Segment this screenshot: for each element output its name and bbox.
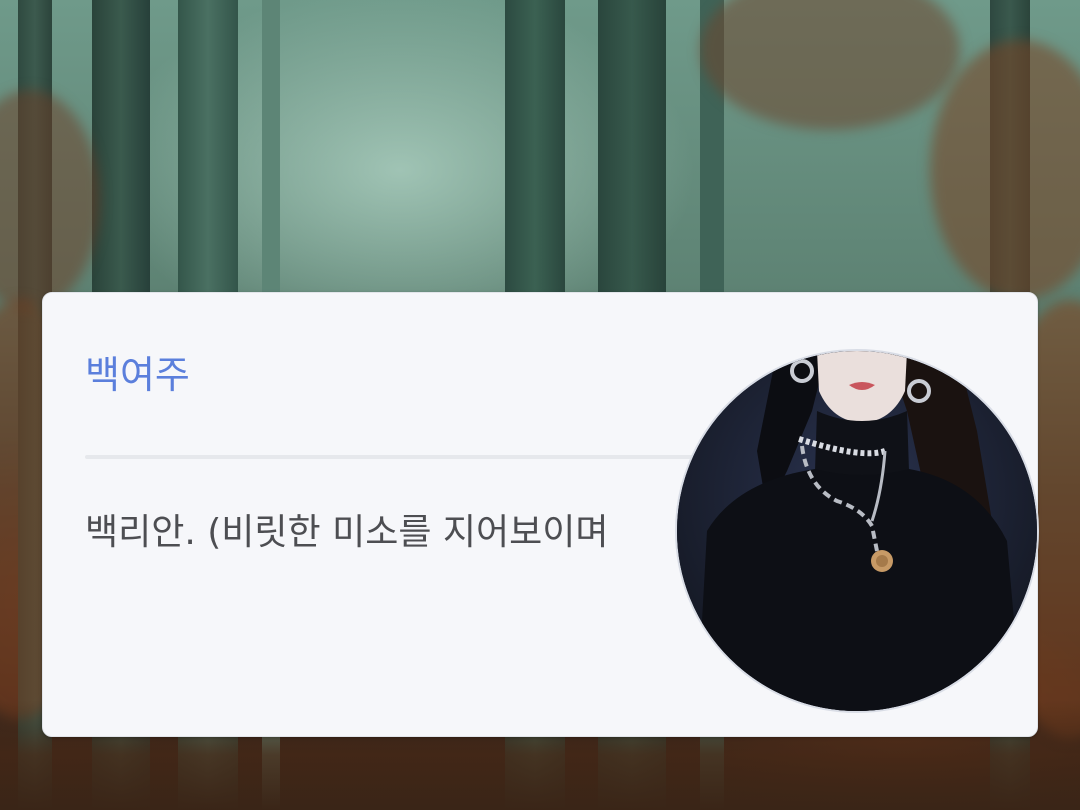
dialogue-box[interactable]: 백여주 백리안. (비릿한 미소를 지어보이며 [42, 292, 1039, 737]
autumn-foliage [0, 90, 100, 310]
speaker-name: 백여주 [85, 353, 190, 397]
character-avatar [675, 349, 1039, 713]
character-portrait-icon [677, 351, 1037, 711]
dialogue-text: 백리안. (비릿한 미소를 지어보이며 [85, 512, 609, 553]
autumn-foliage [700, 0, 960, 130]
autumn-foliage [930, 40, 1080, 300]
